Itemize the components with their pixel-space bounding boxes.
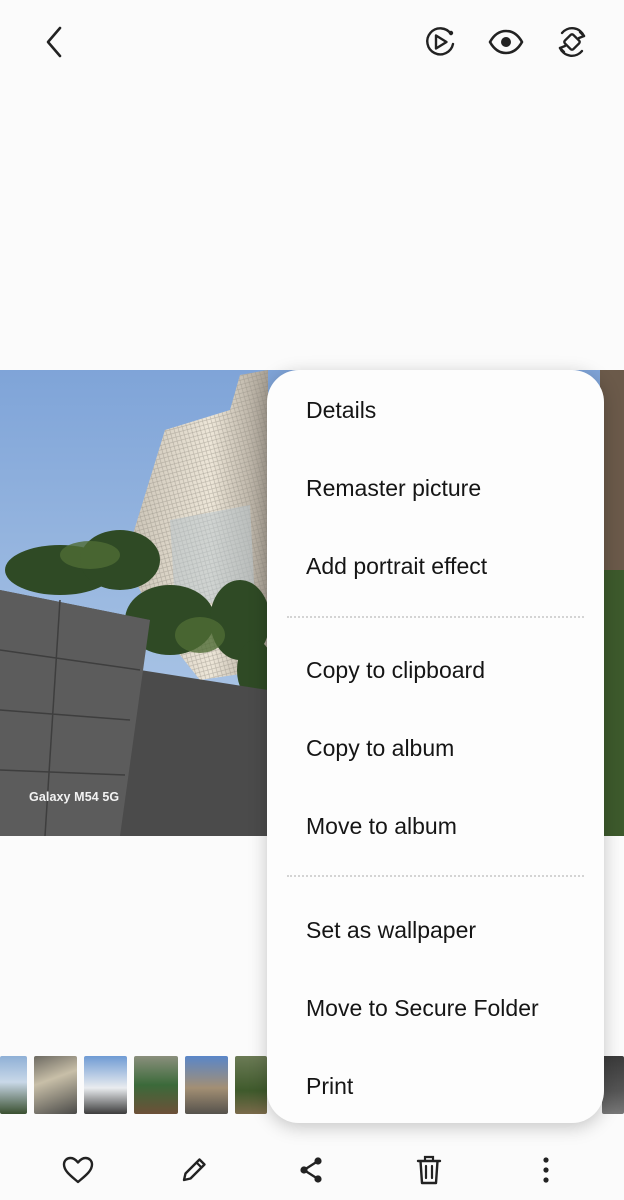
heart-icon xyxy=(62,1156,94,1184)
eye-icon xyxy=(488,29,524,55)
edit-button[interactable] xyxy=(170,1146,218,1194)
thumbnail[interactable] xyxy=(134,1056,178,1114)
menu-item-remaster-picture[interactable]: Remaster picture xyxy=(306,473,481,503)
trash-icon xyxy=(416,1155,442,1185)
top-bar xyxy=(0,0,624,84)
thumbnail[interactable] xyxy=(602,1056,624,1114)
menu-item-copy-to-album[interactable]: Copy to album xyxy=(306,733,454,763)
menu-item-set-as-wallpaper[interactable]: Set as wallpaper xyxy=(306,915,476,945)
rotate-icon xyxy=(558,27,586,57)
more-options-button[interactable] xyxy=(522,1146,570,1194)
pencil-icon xyxy=(182,1158,206,1182)
more-vertical-icon xyxy=(543,1157,549,1183)
menu-item-add-portrait-effect[interactable]: Add portrait effect xyxy=(306,551,487,581)
menu-item-details[interactable]: Details xyxy=(306,395,376,425)
thumbnail[interactable] xyxy=(235,1056,267,1114)
rotate-button[interactable] xyxy=(550,20,594,64)
menu-item-move-to-album[interactable]: Move to album xyxy=(306,811,457,841)
bottom-toolbar xyxy=(0,1140,624,1200)
back-arrow-icon xyxy=(46,26,62,58)
thumbnail[interactable] xyxy=(34,1056,77,1114)
thumbnail[interactable] xyxy=(0,1056,27,1114)
menu-item-move-to-secure-folder[interactable]: Move to Secure Folder xyxy=(306,993,539,1023)
menu-item-copy-to-clipboard[interactable]: Copy to clipboard xyxy=(306,655,485,685)
delete-button[interactable] xyxy=(405,1146,453,1194)
photo-watermark: Galaxy M54 5G xyxy=(29,790,120,804)
back-button[interactable] xyxy=(32,20,76,64)
menu-divider xyxy=(287,875,584,877)
menu-divider xyxy=(287,616,584,618)
motion-play-icon xyxy=(426,27,455,56)
menu-item-print[interactable]: Print xyxy=(306,1071,353,1101)
thumbnail[interactable] xyxy=(185,1056,228,1114)
share-icon xyxy=(300,1157,322,1183)
motion-photo-button[interactable] xyxy=(418,20,462,64)
thumbnail[interactable] xyxy=(84,1056,127,1114)
bixby-vision-button[interactable] xyxy=(484,20,528,64)
favorite-button[interactable] xyxy=(54,1146,102,1194)
share-button[interactable] xyxy=(287,1146,335,1194)
more-options-menu: Details Remaster picture Add portrait ef… xyxy=(267,370,604,1123)
